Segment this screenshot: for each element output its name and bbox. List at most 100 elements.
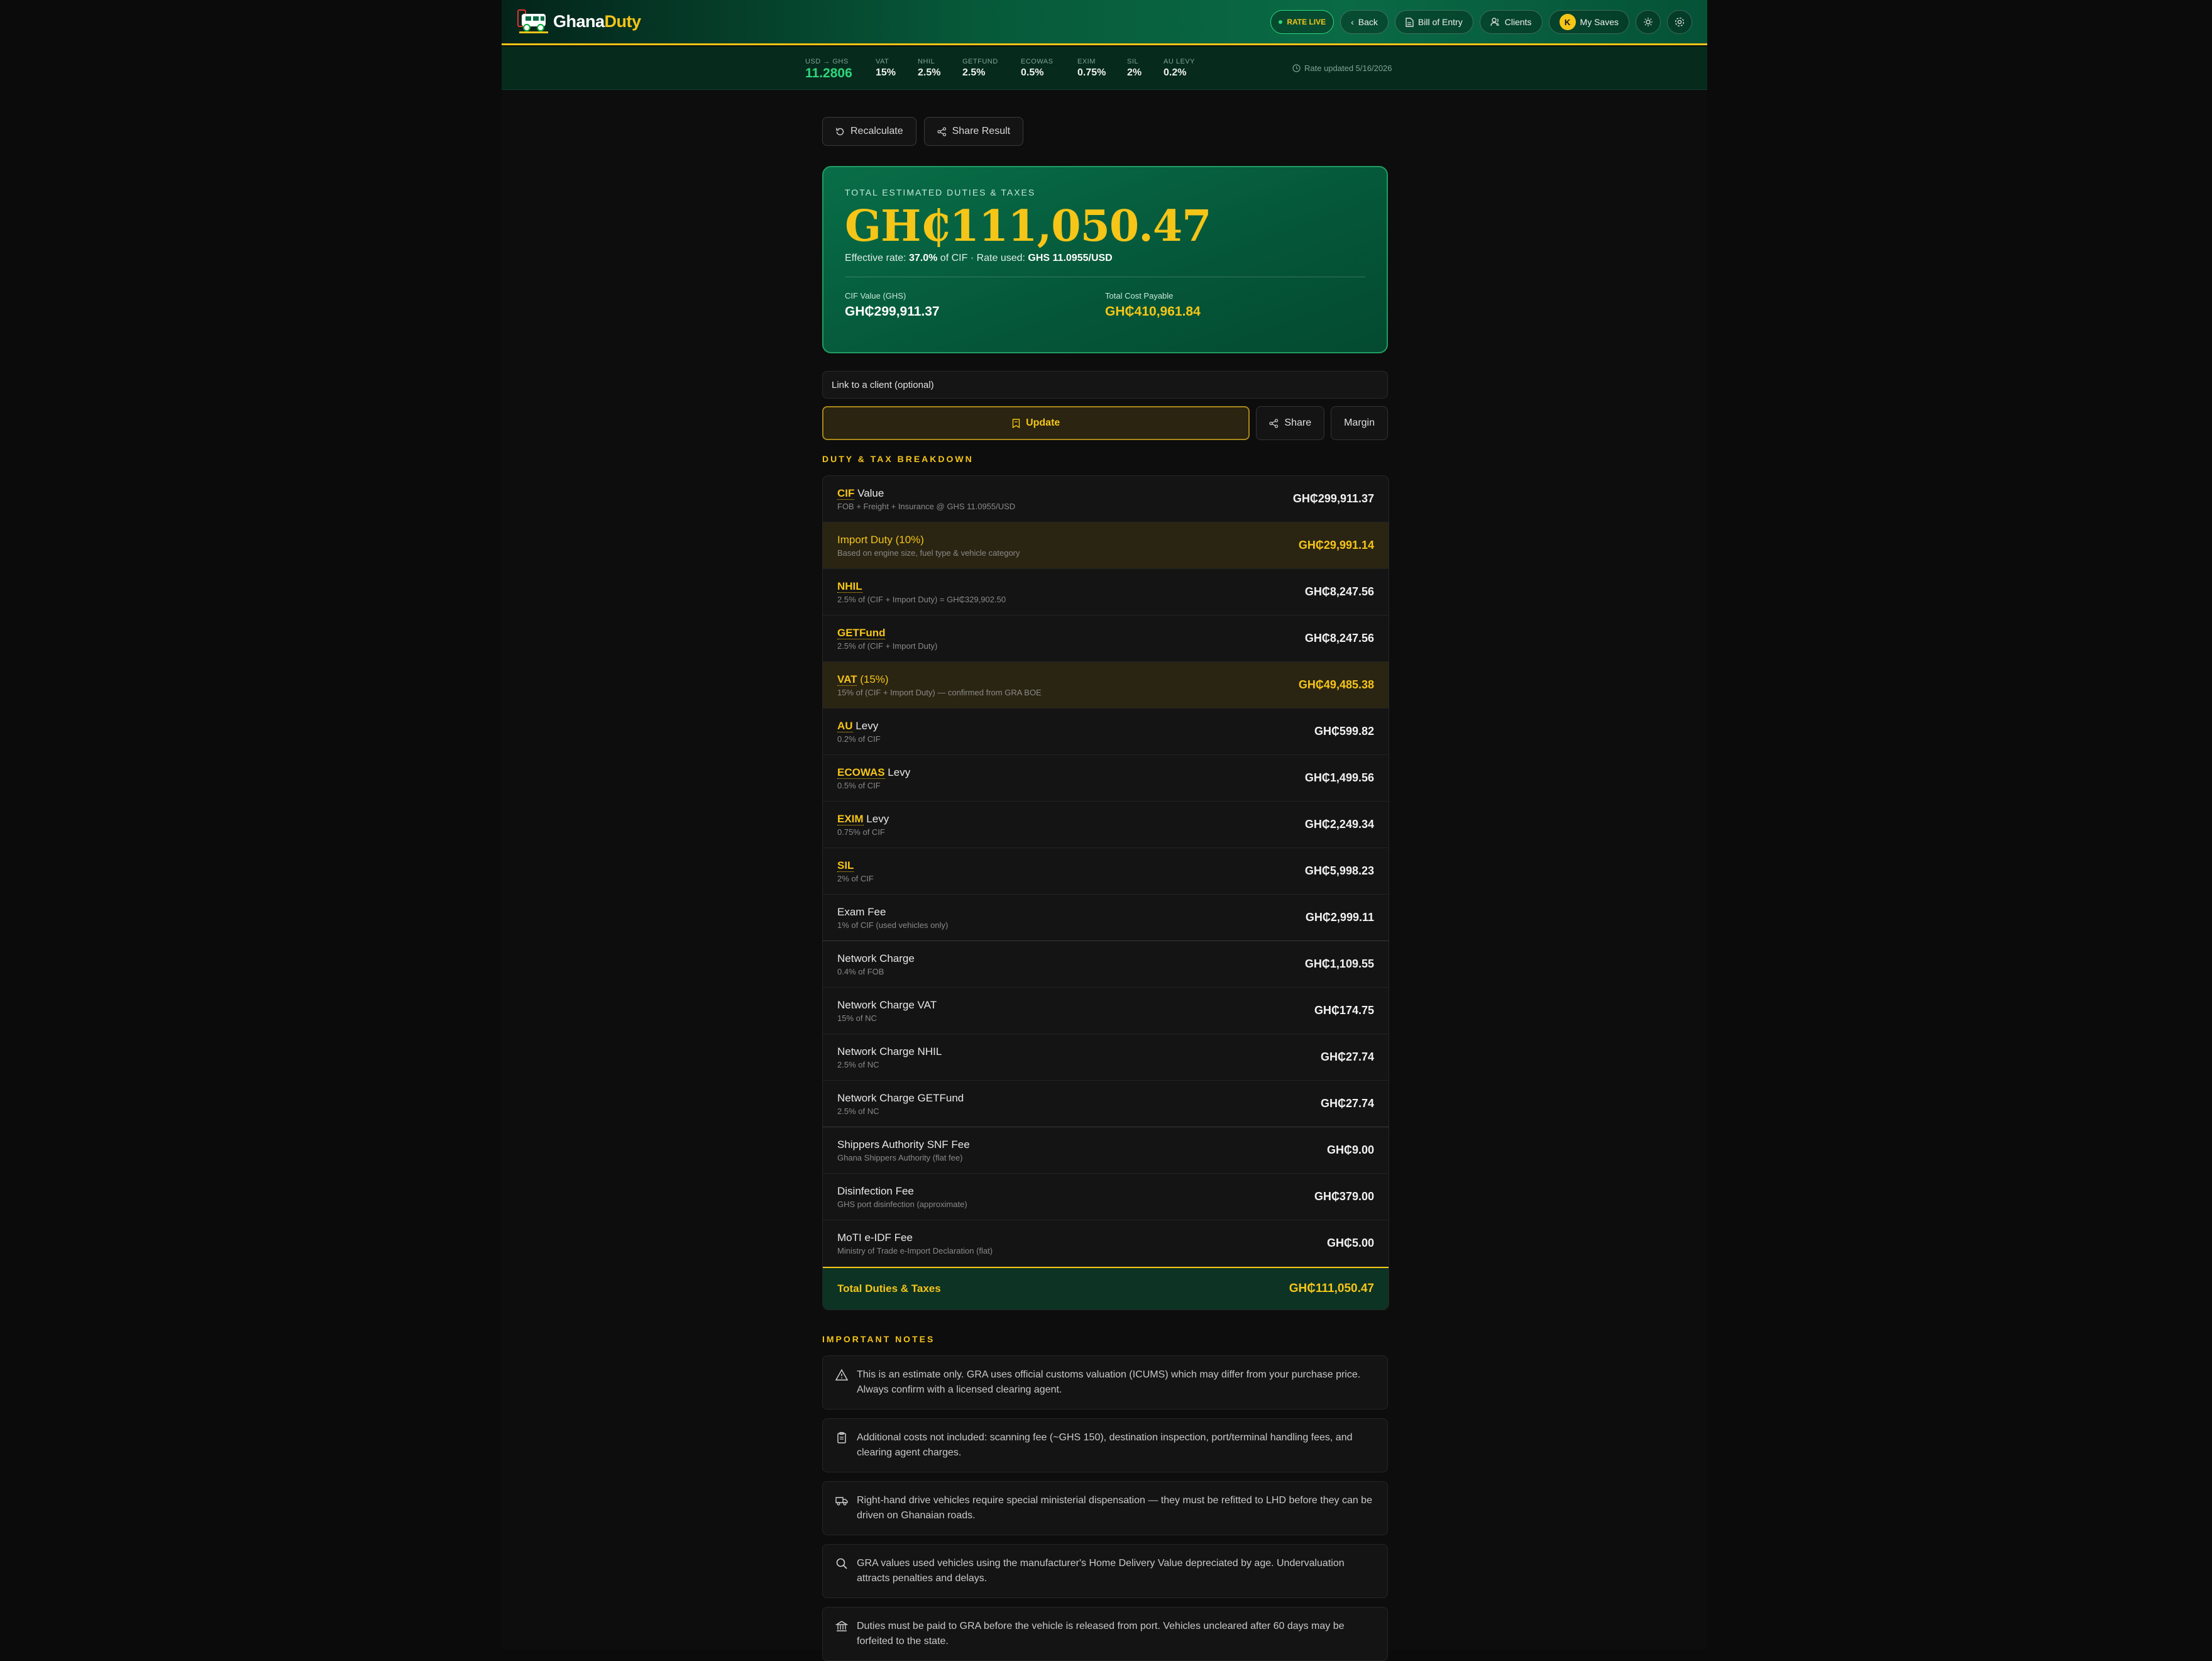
total-row: Total Duties & Taxes GH₵111,050.47 xyxy=(823,1267,1389,1310)
live-dot-icon xyxy=(1279,20,1283,24)
refresh-icon xyxy=(836,128,844,135)
note-item: GRA values used vehicles using the manuf… xyxy=(822,1544,1388,1598)
share-button[interactable]: Share xyxy=(1256,406,1325,440)
row-sub: Ghana Shippers Authority (flat fee) xyxy=(837,1152,963,1162)
row-sub: FOB + Freight + Insurance @ GHS 11.0955/… xyxy=(837,501,1016,511)
row-amount: GH₵8,247.56 xyxy=(1304,585,1374,598)
clients-button[interactable]: Clients xyxy=(1479,10,1543,34)
row-amount: GH₵27.74 xyxy=(1320,1097,1374,1110)
share-result-button[interactable]: Share Result xyxy=(923,117,1024,146)
row-label: Import Duty (10%) xyxy=(837,533,924,546)
row-text: Import Duty (10%) Based on engine size, f… xyxy=(837,534,1020,558)
table-row: CIF Value FOB + Freight + Insurance @ GHS… xyxy=(823,476,1389,522)
table-row: Import Duty (10%) Based on engine size, f… xyxy=(823,522,1389,569)
row-sub: GHS port disinfection (approximate) xyxy=(837,1199,967,1209)
total-amount: GH₵111,050.47 xyxy=(845,201,1212,251)
rate-label: NHIL xyxy=(918,58,935,65)
summary-values: CIF Value (GHS) GH₵299,911.37 Total Cost… xyxy=(845,291,1365,319)
note-item: Additional costs not included: scanning … xyxy=(822,1418,1388,1472)
note-text: GRA values used vehicles using the manuf… xyxy=(857,1558,1345,1584)
row-sub: 0.5% of CIF xyxy=(837,780,881,790)
result-actions: Recalculate Share Result xyxy=(822,117,1388,146)
row-label: Exam Fee xyxy=(837,905,886,918)
total-cost-block: Total Cost Payable GH₵410,961.84 xyxy=(1105,291,1365,319)
row-amount: GH₵1,499.56 xyxy=(1304,771,1374,784)
theme-toggle-button[interactable] xyxy=(1636,10,1661,34)
row-text: Network Charge GETFund 2.5% of NC xyxy=(837,1092,964,1116)
back-label: Back xyxy=(1358,17,1378,27)
logo-text: GhanaDuty xyxy=(553,12,641,31)
row-abbr[interactable]: EXIM xyxy=(837,812,864,825)
table-row: EXIM Levy 0.75% of CIF GH₵2,249.34 xyxy=(823,802,1389,848)
row-label: NHIL xyxy=(837,580,1006,593)
top-navbar: GhanaDuty RATE LIVE ‹ Back Bill of Entry… xyxy=(502,0,1707,45)
recalculate-button[interactable]: Recalculate xyxy=(822,117,916,146)
row-text: Network Charge VAT 15% of NC xyxy=(837,999,937,1023)
update-button[interactable]: Update xyxy=(822,406,1250,440)
margin-button[interactable]: Margin xyxy=(1331,406,1388,440)
clipboard-icon xyxy=(837,1432,846,1443)
row-label-text: (15%) xyxy=(857,673,889,685)
row-amount: GH₵2,999.11 xyxy=(1305,911,1374,924)
rate-value: 0.2% xyxy=(1164,67,1187,78)
table-row: ECOWAS Levy 0.5% of CIF GH₵1,499.56 xyxy=(823,755,1389,802)
row-text: Disinfection Fee GHS port disinfection (a… xyxy=(837,1185,967,1209)
row-abbr[interactable]: SIL xyxy=(837,859,854,872)
row-text: SIL 2% of CIF xyxy=(837,859,874,883)
my-saves-button[interactable]: K My Saves xyxy=(1548,10,1629,34)
client-select[interactable]: Link to a client (optional) xyxy=(822,371,1388,399)
note-item: Duties must be paid to GRA before the ve… xyxy=(822,1607,1388,1661)
settings-button[interactable] xyxy=(1667,10,1692,34)
table-row: Network Charge 0.4% of FOB GH₵1,109.55 xyxy=(823,941,1389,988)
bank-icon xyxy=(835,1621,848,1631)
row-abbr[interactable]: ECOWAS xyxy=(837,766,885,779)
row-abbr[interactable]: VAT xyxy=(837,673,857,686)
row-text: Shippers Authority SNF Fee Ghana Shippers… xyxy=(837,1139,970,1162)
rate-label: SIL xyxy=(1127,58,1139,65)
row-label: Network Charge NHIL xyxy=(837,1045,942,1057)
row-abbr[interactable]: CIF xyxy=(837,487,855,500)
logo[interactable]: GhanaDuty xyxy=(517,8,641,35)
row-label: EXIM Levy xyxy=(837,812,889,825)
my-saves-label: My Saves xyxy=(1580,17,1619,27)
row-amount: GH₵299,911.37 xyxy=(1292,492,1374,505)
warning-icon xyxy=(835,1369,848,1381)
rate-getfund: GETFUND 2.5% xyxy=(962,58,998,79)
row-sub: 2.5% of NC xyxy=(837,1106,879,1116)
cif-value-block: CIF Value (GHS) GH₵299,911.37 xyxy=(845,291,1105,319)
row-abbr[interactable]: GETFund xyxy=(837,626,886,639)
row-abbr[interactable]: NHIL xyxy=(837,580,862,593)
note-text: This is an estimate only. GRA uses offic… xyxy=(857,1369,1361,1395)
table-row: Shippers Authority SNF Fee Ghana Shippers… xyxy=(823,1127,1389,1174)
notes-title: IMPORTANT NOTES xyxy=(822,1334,935,1344)
gear-icon xyxy=(1675,17,1685,27)
row-text: NHIL 2.5% of (CIF + Import Duty) = GH₵329… xyxy=(837,580,1006,604)
rate-label: ECOWAS xyxy=(1021,58,1054,65)
row-text: VAT (15%) 15% of (CIF + Import Duty) — co… xyxy=(837,673,1042,697)
bill-of-entry-button[interactable]: Bill of Entry xyxy=(1394,10,1473,34)
rate-label: EXIM xyxy=(1077,58,1096,65)
table-row: Network Charge GETFund 2.5% of NC GH₵27.7… xyxy=(823,1081,1389,1127)
rate-exim: EXIM 0.75% xyxy=(1077,58,1106,79)
row-amount: GH₵379.00 xyxy=(1314,1190,1374,1203)
usd-rate-label: USD → GHS xyxy=(805,58,849,65)
rate-value: 2.5% xyxy=(962,67,986,78)
sun-icon xyxy=(1644,18,1653,26)
row-amount: GH₵5,998.23 xyxy=(1304,864,1374,877)
row-sub: Based on engine size, fuel type & vehicl… xyxy=(837,548,1020,558)
table-row: Disinfection Fee GHS port disinfection (a… xyxy=(823,1174,1389,1220)
breakdown-title: DUTY & TAX BREAKDOWN xyxy=(822,454,974,464)
usd-rate: USD → GHS 11.2806 xyxy=(805,58,852,81)
row-abbr[interactable]: AU xyxy=(837,719,853,732)
row-amount: GH₵49,485.38 xyxy=(1298,678,1374,691)
rate-value: 2.5% xyxy=(918,67,941,78)
row-label: Shippers Authority SNF Fee xyxy=(837,1138,970,1151)
cif-value: GH₵299,911.37 xyxy=(845,304,940,319)
row-label: AU Levy xyxy=(837,719,881,732)
margin-label: Margin xyxy=(1344,417,1375,428)
row-label: Network Charge VAT xyxy=(837,998,937,1011)
back-button[interactable]: ‹ Back xyxy=(1340,10,1389,34)
total-row-amount: GH₵111,050.47 xyxy=(1289,1282,1374,1295)
table-row: Exam Fee 1% of CIF (used vehicles only) G… xyxy=(823,895,1389,941)
logo-text-ghana: Ghana xyxy=(553,11,605,31)
